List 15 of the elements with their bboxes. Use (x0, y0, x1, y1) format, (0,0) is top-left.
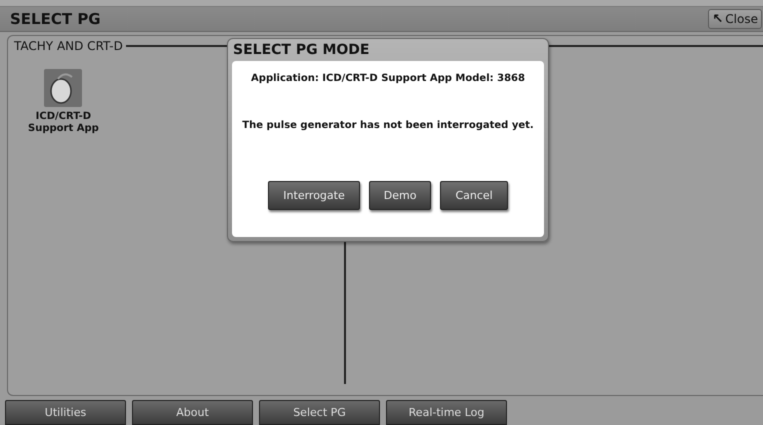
window-title: SELECT PG (10, 10, 101, 28)
dialog-button[interactable]: Demo (368, 181, 432, 210)
device-icon[interactable] (44, 69, 82, 107)
dialog-button[interactable]: Cancel (440, 181, 508, 210)
dialog-button[interactable]: Interrogate (268, 181, 360, 210)
nav-button[interactable]: Utilities (5, 400, 126, 425)
group-title: TACHY AND CRT-D (14, 39, 123, 53)
nav-button[interactable]: Real-time Log (386, 400, 507, 425)
nav-button[interactable]: About (132, 400, 253, 425)
dialog-message: Application: ICD/CRT-D Support App Model: 3868 (251, 73, 525, 84)
nav-button[interactable]: Select PG (259, 400, 380, 425)
app-label[interactable]: ICD/CRT-D Support App (28, 111, 99, 135)
dialog-title: SELECT PG MODE (232, 41, 370, 60)
dialog-message: The pulse generator has not been interrogated yet. (242, 120, 534, 131)
close-button[interactable]: ↖Close (708, 9, 762, 29)
